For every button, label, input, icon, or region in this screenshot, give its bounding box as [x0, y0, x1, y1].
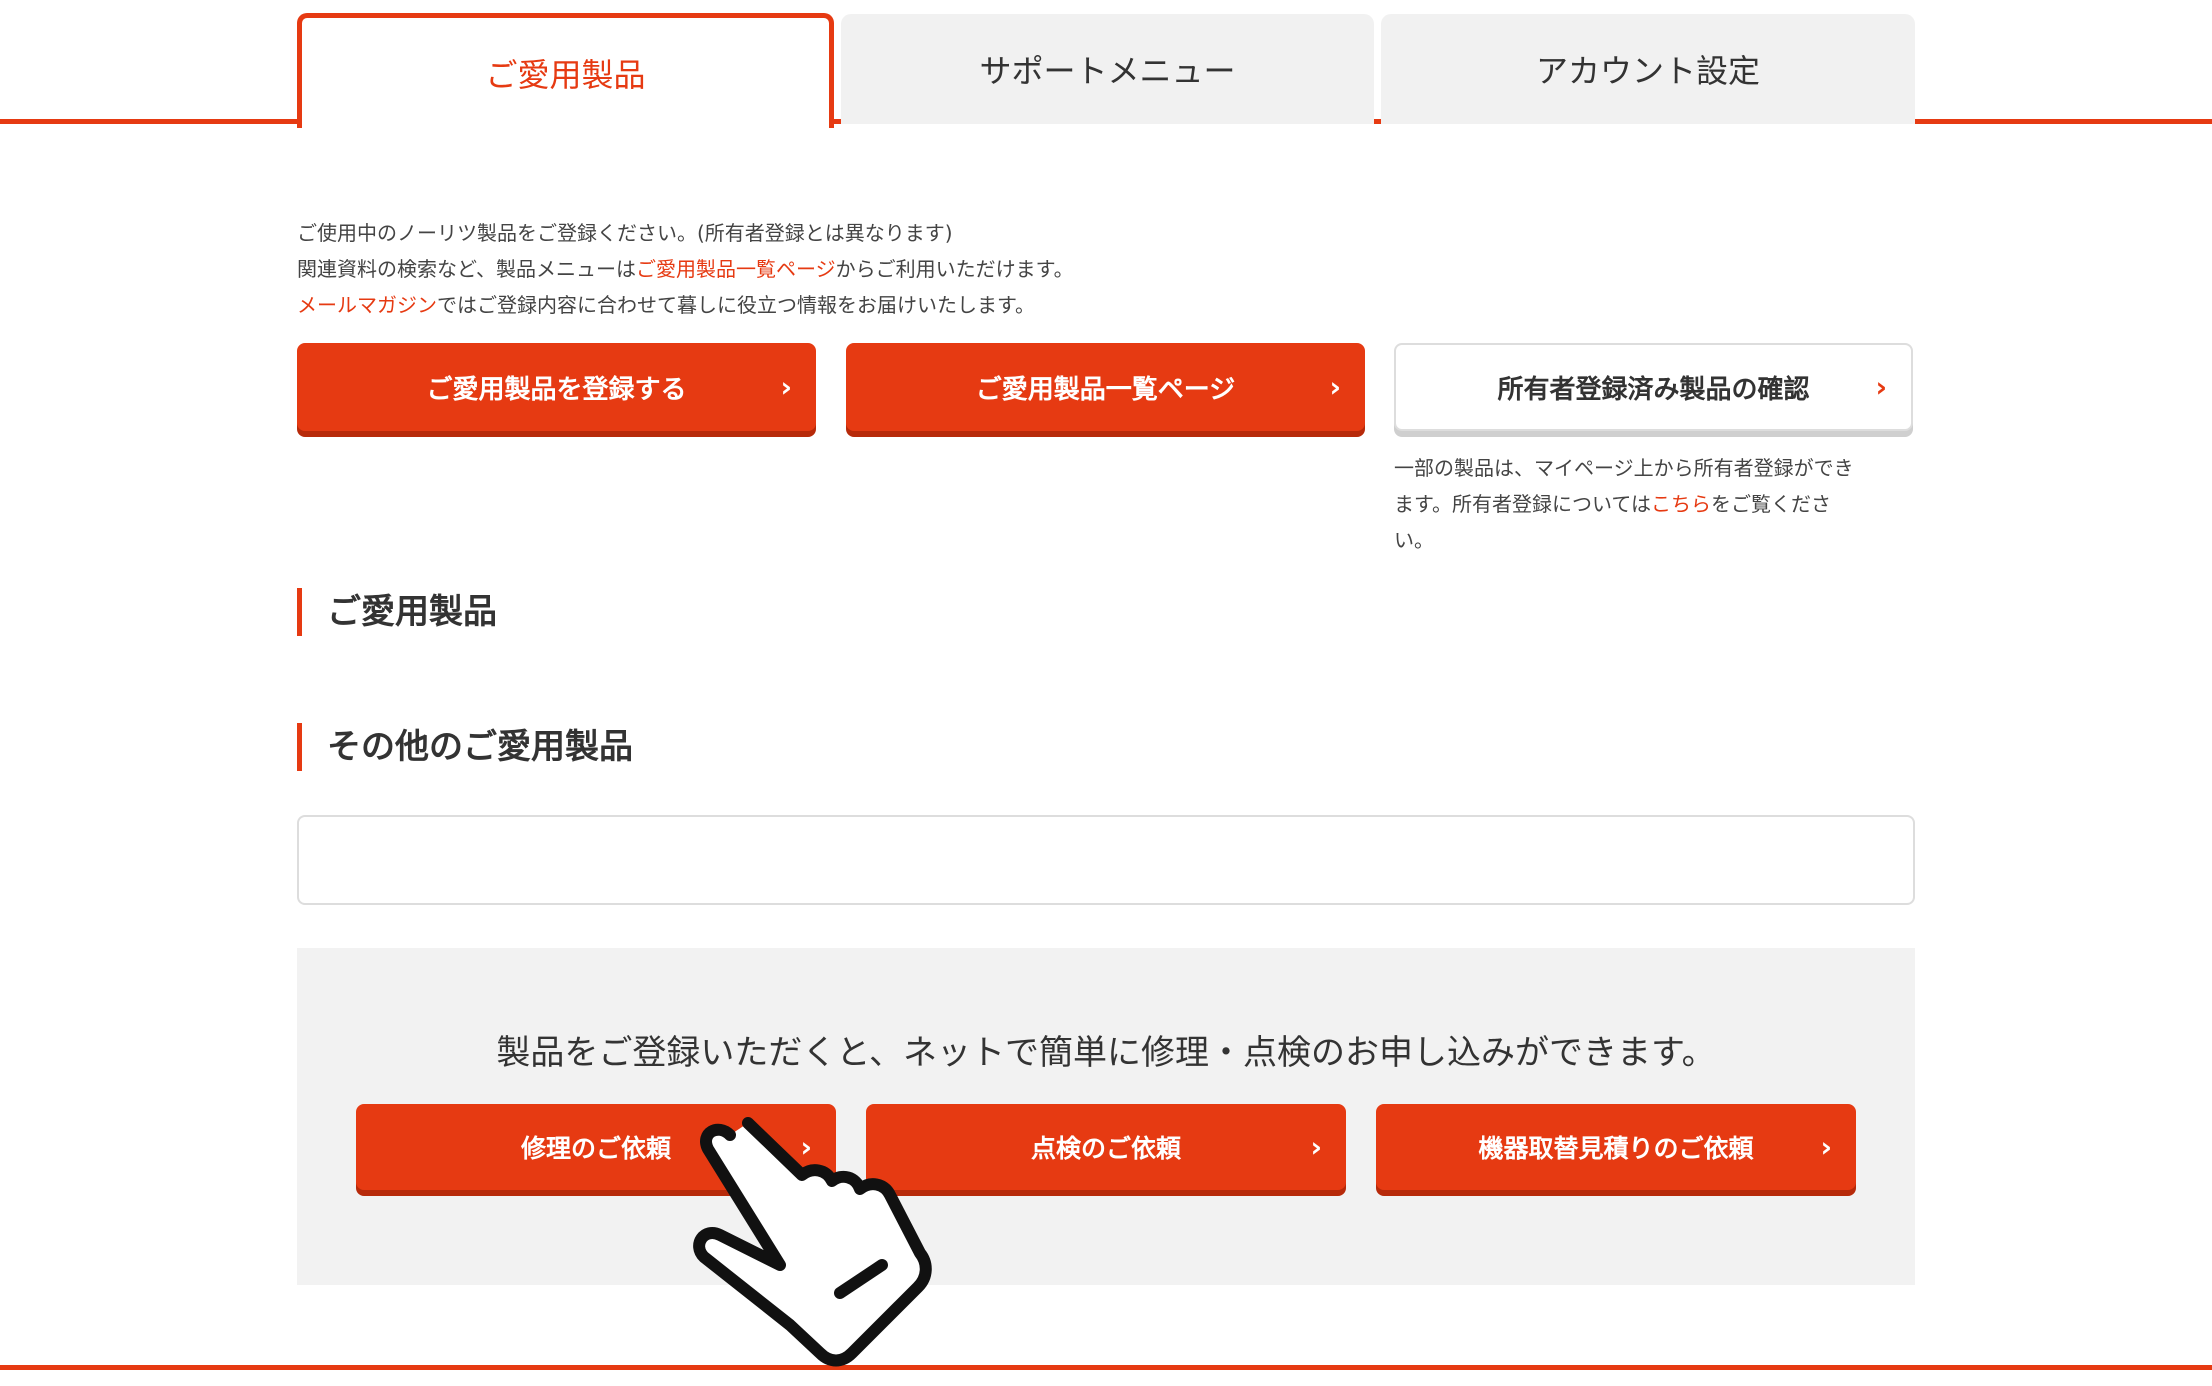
button-label: 修理のご依頼	[520, 1134, 671, 1163]
chevron-right-icon: ›	[1820, 1130, 1832, 1164]
product-list-link[interactable]: ご愛用製品一覧ページ	[636, 257, 836, 281]
button-label: ご愛用製品を登録する	[426, 374, 687, 405]
footer-divider	[0, 1365, 2212, 1370]
panel-message: 製品をご登録いただくと、ネットで簡単に修理・点検のお申し込みができます。	[496, 1033, 1716, 1073]
owner-registration-note: 一部の製品は、マイページ上から所有者登録ができます。所有者登録についてはこちらを…	[1394, 450, 1864, 558]
heading-text: その他のご愛用製品	[327, 727, 633, 767]
tab-label: アカウント設定	[1535, 52, 1760, 90]
register-product-button[interactable]: ご愛用製品を登録する ›	[297, 343, 816, 431]
chevron-right-icon: ›	[780, 370, 792, 404]
chevron-right-icon: ›	[1875, 370, 1887, 404]
button-label: ご愛用製品一覧ページ	[975, 374, 1236, 405]
button-label: 点検のご依頼	[1030, 1134, 1181, 1163]
chevron-right-icon: ›	[1310, 1130, 1322, 1164]
mail-magazine-link[interactable]: メールマガジン	[297, 293, 437, 317]
chevron-right-icon: ›	[1329, 370, 1341, 404]
section-heading-my-products: ご愛用製品	[297, 588, 497, 636]
button-label: 所有者登録済み製品の確認	[1497, 374, 1810, 405]
intro-text-fragment: 関連資料の検索など、製品メニューは	[297, 257, 636, 281]
intro-text-fragment: からご利用いただけます。	[835, 257, 1074, 281]
button-label: 機器取替見積りのご依頼	[1478, 1134, 1754, 1163]
tab-account-settings[interactable]: アカウント設定	[1381, 14, 1915, 124]
intro-text: ご使用中のノーリツ製品をご登録ください。(所有者登録とは異なります) 関連資料の…	[297, 215, 1074, 323]
replacement-estimate-button[interactable]: 機器取替見積りのご依頼 ›	[1376, 1104, 1856, 1190]
intro-line-2: 関連資料の検索など、製品メニューはご愛用製品一覧ページからご利用いただけます。	[297, 251, 1074, 287]
other-products-list	[297, 815, 1915, 905]
intro-line-3: メールマガジンではご登録内容に合わせて暮しに役立つ情報をお届けいたします。	[297, 287, 1074, 323]
intro-line-1: ご使用中のノーリツ製品をご登録ください。(所有者登録とは異なります)	[297, 221, 953, 245]
heading-text: ご愛用製品	[327, 592, 497, 632]
tab-label: ご愛用製品	[485, 56, 646, 94]
section-heading-other-products: その他のご愛用製品	[297, 723, 633, 771]
pointing-hand-cursor-icon	[693, 1117, 932, 1367]
tab-support-menu[interactable]: サポートメニュー	[841, 14, 1374, 124]
product-list-button[interactable]: ご愛用製品一覧ページ ›	[846, 343, 1365, 431]
owner-registered-check-button[interactable]: 所有者登録済み製品の確認 ›	[1394, 343, 1913, 431]
intro-text-fragment: ではご登録内容に合わせて暮しに役立つ情報をお届けいたします。	[437, 293, 1035, 317]
tab-my-products[interactable]: ご愛用製品	[297, 13, 834, 133]
tab-label: サポートメニュー	[979, 52, 1236, 90]
owner-registration-link[interactable]: こちら	[1651, 492, 1711, 516]
